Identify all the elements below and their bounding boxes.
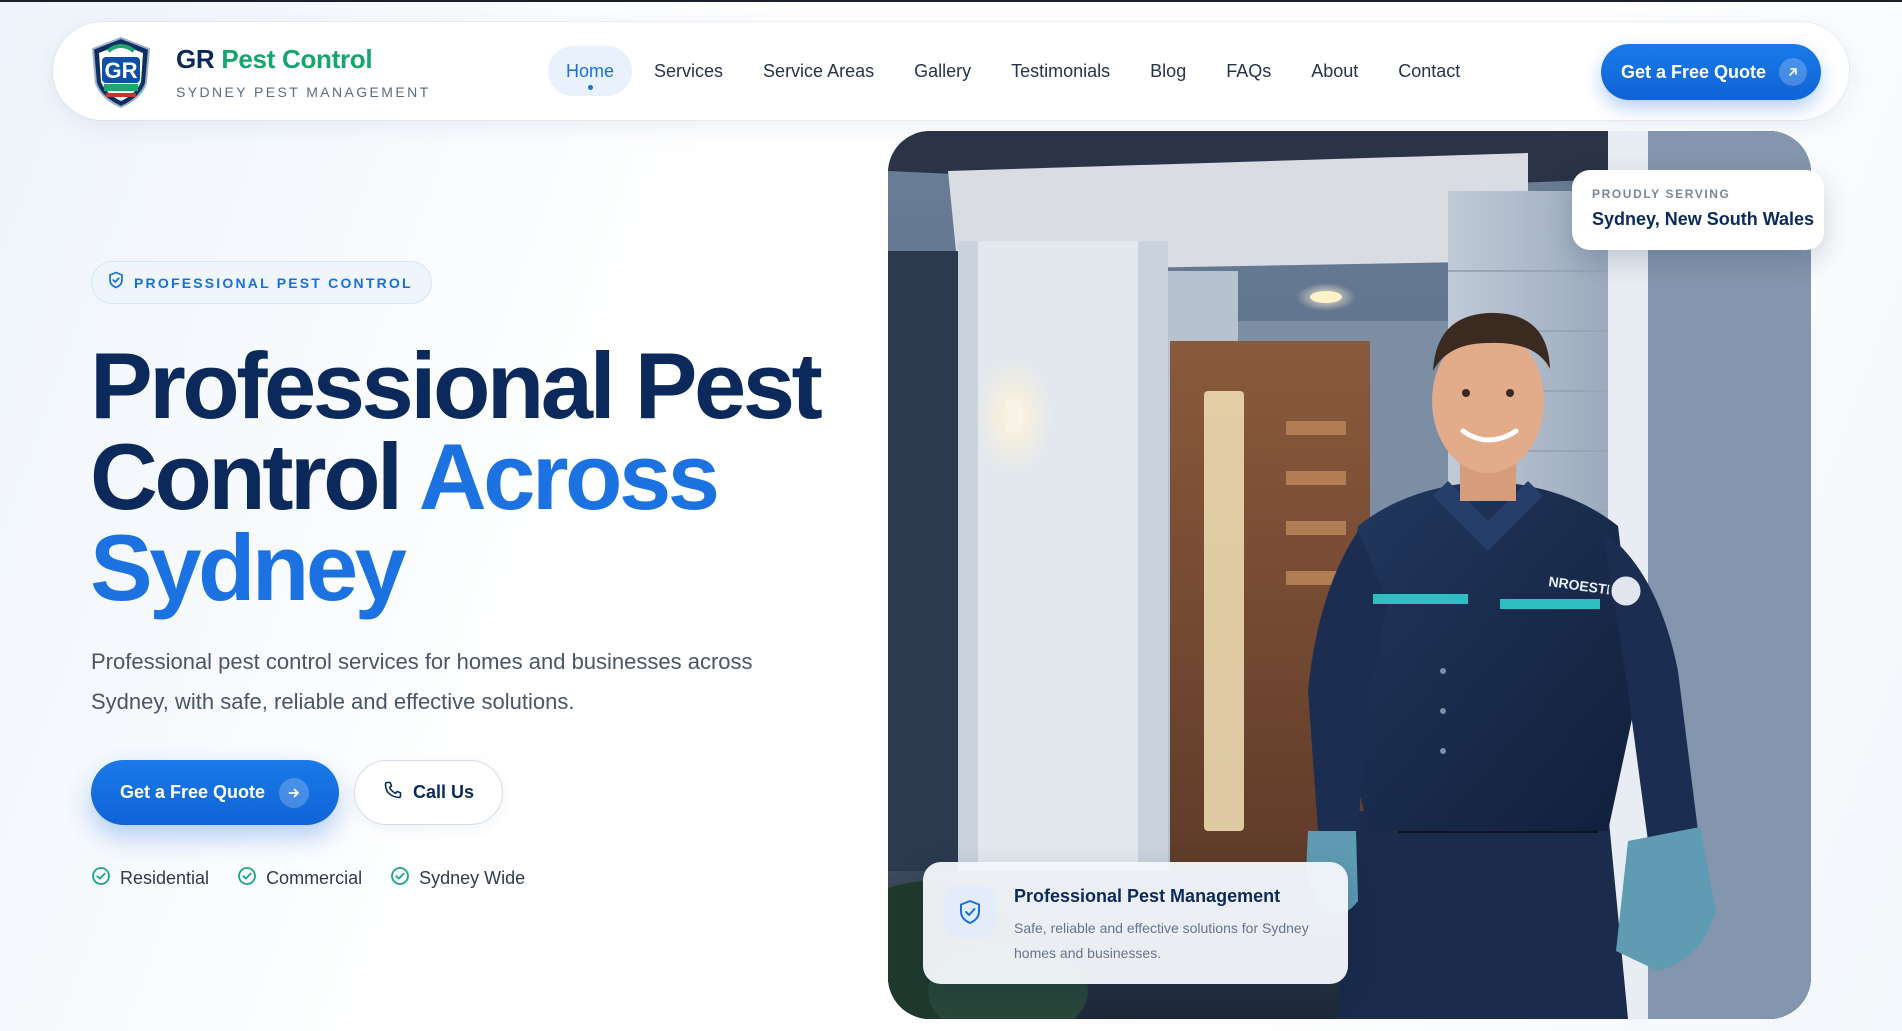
arrow-right-icon xyxy=(279,778,309,808)
info-card-title: Professional Pest Management xyxy=(1014,886,1281,906)
svg-text:GR: GR xyxy=(105,58,138,83)
call-us-label: Call Us xyxy=(412,782,475,802)
arrow-up-right-icon xyxy=(1779,58,1807,86)
feature-label: Residential xyxy=(120,868,210,888)
hero-badge-text: PROFESSIONAL PEST CONTROL xyxy=(134,274,413,291)
nav-item-services[interactable]: Services xyxy=(636,46,741,96)
hero-lead-text: Professional pest control services for h… xyxy=(91,649,753,714)
nav-item-testimonials[interactable]: Testimonials xyxy=(993,46,1128,96)
feature-commercial: Commercial xyxy=(237,866,362,891)
brand-name-part2: Pest Control xyxy=(221,44,373,74)
headline-line2-dark: Control xyxy=(90,424,403,529)
brand-name-part1: GR xyxy=(176,44,215,74)
hero-badge: PROFESSIONAL PEST CONTROL xyxy=(91,261,432,304)
feature-label: Commercial xyxy=(266,868,363,888)
headline-line2-highlight: Across xyxy=(418,424,720,529)
main-nav: Home Services Service Areas Gallery Test… xyxy=(548,46,1482,96)
hero-free-quote-button[interactable]: Get a Free Quote xyxy=(91,760,339,825)
brand-name: GR Pest Control xyxy=(176,44,431,75)
nav-item-service-areas[interactable]: Service Areas xyxy=(745,46,892,96)
check-circle-icon xyxy=(237,866,257,891)
shield-check-icon xyxy=(108,271,124,294)
shield-check-icon xyxy=(944,886,996,938)
nav-item-faqs[interactable]: FAQs xyxy=(1208,46,1289,96)
headline-line1: Professional Pest xyxy=(90,333,823,438)
headline-line3-highlight: Sydney xyxy=(90,515,407,620)
feature-label: Sydney Wide xyxy=(419,868,526,888)
call-us-button[interactable]: Call Us xyxy=(354,760,503,825)
proudly-serving-card: PROUDLY SERVING Sydney, New South Wales xyxy=(1572,170,1824,250)
site-header: GR GR Pest Control SYDNEY PEST MANAGEMEN… xyxy=(53,22,1849,120)
nav-item-gallery[interactable]: Gallery xyxy=(896,46,989,96)
feature-residential: Residential xyxy=(91,866,209,891)
header-free-quote-button[interactable]: Get a Free Quote xyxy=(1601,44,1821,100)
nav-item-home[interactable]: Home xyxy=(548,46,633,96)
check-circle-icon xyxy=(390,866,410,891)
hero-headline: Professional Pest Control Across Sydney xyxy=(90,339,850,615)
check-circle-icon xyxy=(91,866,111,891)
feature-sydney-wide: Sydney Wide xyxy=(390,866,525,891)
nav-item-contact[interactable]: Contact xyxy=(1380,46,1478,96)
brand-block[interactable]: GR Pest Control SYDNEY PEST MANAGEMENT xyxy=(176,44,431,100)
gr-pest-control-logo-icon[interactable]: GR xyxy=(86,35,156,109)
proudly-serving-label: PROUDLY SERVING xyxy=(1592,187,1731,201)
pest-management-info-card: Professional Pest Management Safe, relia… xyxy=(923,862,1348,984)
nav-item-about[interactable]: About xyxy=(1293,46,1376,96)
info-card-description: Safe, reliable and effective solutions f… xyxy=(1014,920,1309,961)
phone-icon xyxy=(383,780,403,805)
hero-free-quote-label: Get a Free Quote xyxy=(120,782,266,802)
brand-tagline: SYDNEY PEST MANAGEMENT xyxy=(176,84,431,100)
hero-feature-list: Residential Commercial Sydney Wide xyxy=(91,866,525,891)
proudly-serving-location: Sydney, New South Wales xyxy=(1592,209,1815,229)
header-free-quote-label: Get a Free Quote xyxy=(1621,61,1767,82)
nav-item-blog[interactable]: Blog xyxy=(1132,46,1204,96)
window-top-border xyxy=(0,0,1902,2)
